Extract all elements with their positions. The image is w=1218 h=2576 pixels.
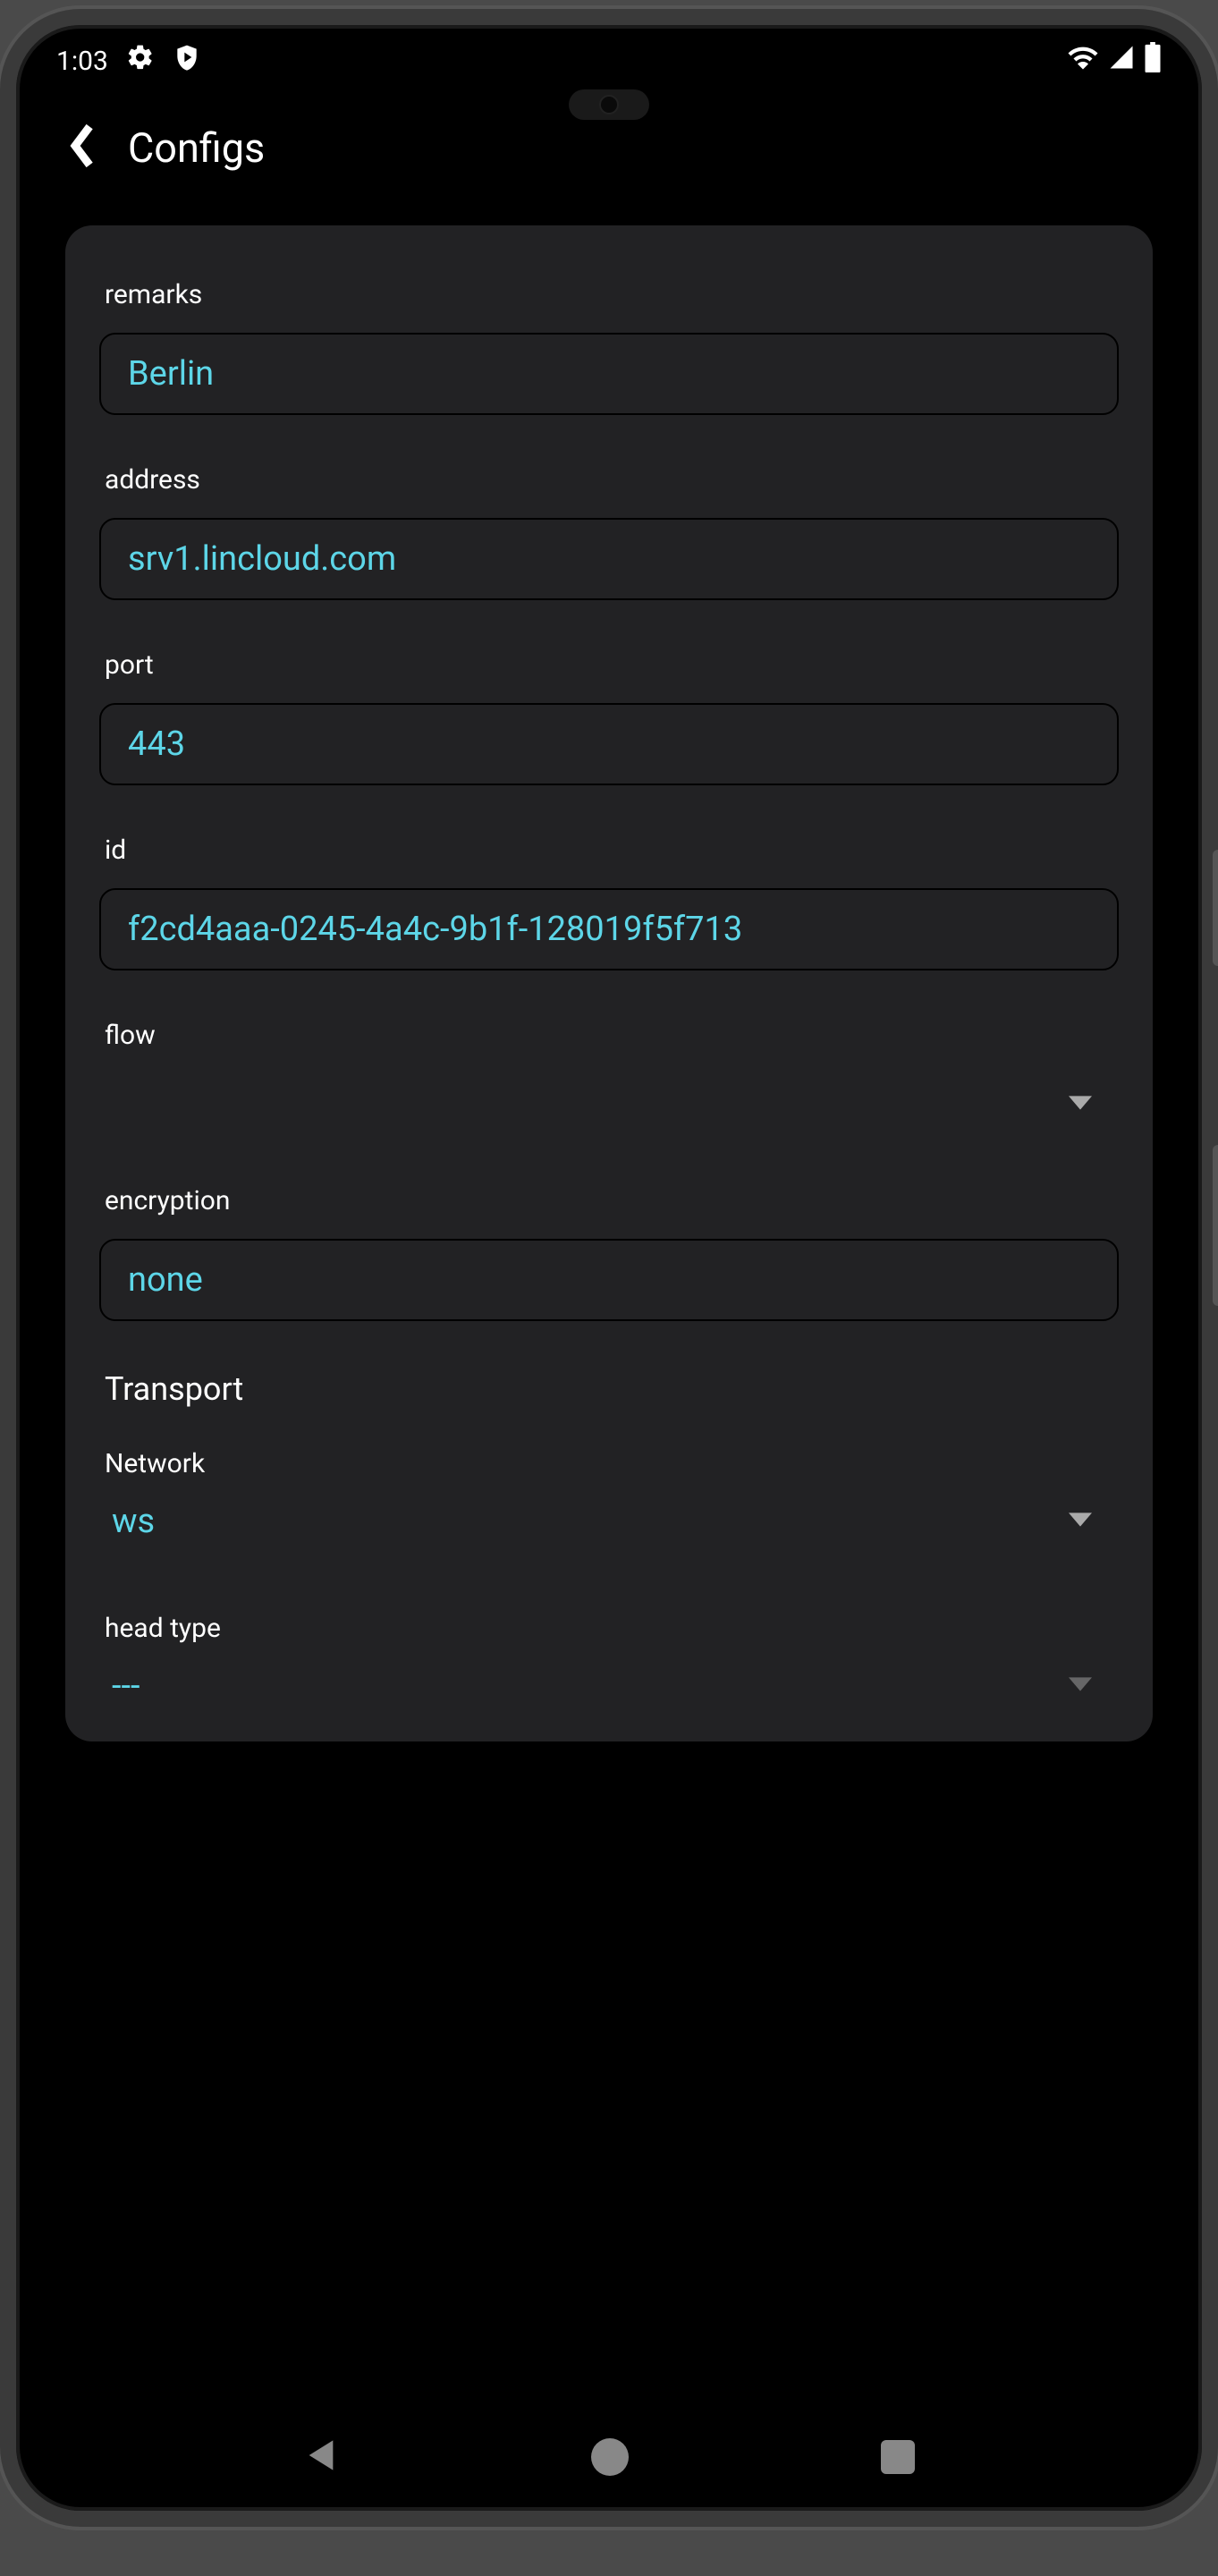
- id-label: id: [99, 835, 1119, 866]
- chevron-down-icon: [1069, 1096, 1092, 1114]
- play-shield-icon: [173, 43, 201, 79]
- back-button[interactable]: [70, 123, 97, 172]
- battery-icon: [1144, 42, 1162, 80]
- power-button: [1213, 1145, 1218, 1306]
- nav-home-button[interactable]: [591, 2438, 629, 2476]
- volume-button: [1213, 850, 1218, 966]
- nav-recent-button[interactable]: [881, 2440, 915, 2474]
- wifi-icon: [1067, 41, 1099, 80]
- network-dropdown[interactable]: ws: [99, 1479, 1119, 1563]
- config-card: remarks address port id flow encryp: [65, 225, 1153, 1741]
- port-label: port: [99, 649, 1119, 681]
- gear-icon: [126, 43, 155, 79]
- flow-dropdown[interactable]: [99, 1073, 1119, 1136]
- head-type-label: head type: [99, 1613, 1119, 1644]
- remarks-input[interactable]: [99, 333, 1119, 415]
- status-time: 1:03: [56, 46, 108, 77]
- port-input[interactable]: [99, 703, 1119, 785]
- head-type-value: ---: [112, 1666, 140, 1706]
- encryption-input[interactable]: [99, 1239, 1119, 1321]
- remarks-label: remarks: [99, 279, 1119, 310]
- front-camera: [599, 95, 619, 114]
- nav-back-button[interactable]: [303, 2437, 339, 2477]
- transport-heading: Transport: [99, 1370, 1119, 1408]
- id-input[interactable]: [99, 888, 1119, 970]
- system-nav-bar: [16, 2403, 1202, 2511]
- network-value: ws: [112, 1502, 155, 1541]
- chevron-down-icon: [1069, 1513, 1092, 1530]
- status-bar: 1:03: [16, 25, 1202, 97]
- address-label: address: [99, 464, 1119, 496]
- address-input[interactable]: [99, 518, 1119, 600]
- page-title: Configs: [128, 124, 265, 172]
- phone-frame: 1:03 Configs remark: [0, 9, 1218, 2527]
- flow-label: flow: [99, 1020, 1119, 1051]
- encryption-label: encryption: [99, 1185, 1119, 1216]
- cellular-icon: [1108, 44, 1135, 78]
- network-label: Network: [99, 1448, 1119, 1479]
- chevron-down-icon: [1069, 1677, 1092, 1695]
- head-type-dropdown[interactable]: ---: [99, 1644, 1119, 1715]
- scroll-fade: [32, 2332, 1186, 2403]
